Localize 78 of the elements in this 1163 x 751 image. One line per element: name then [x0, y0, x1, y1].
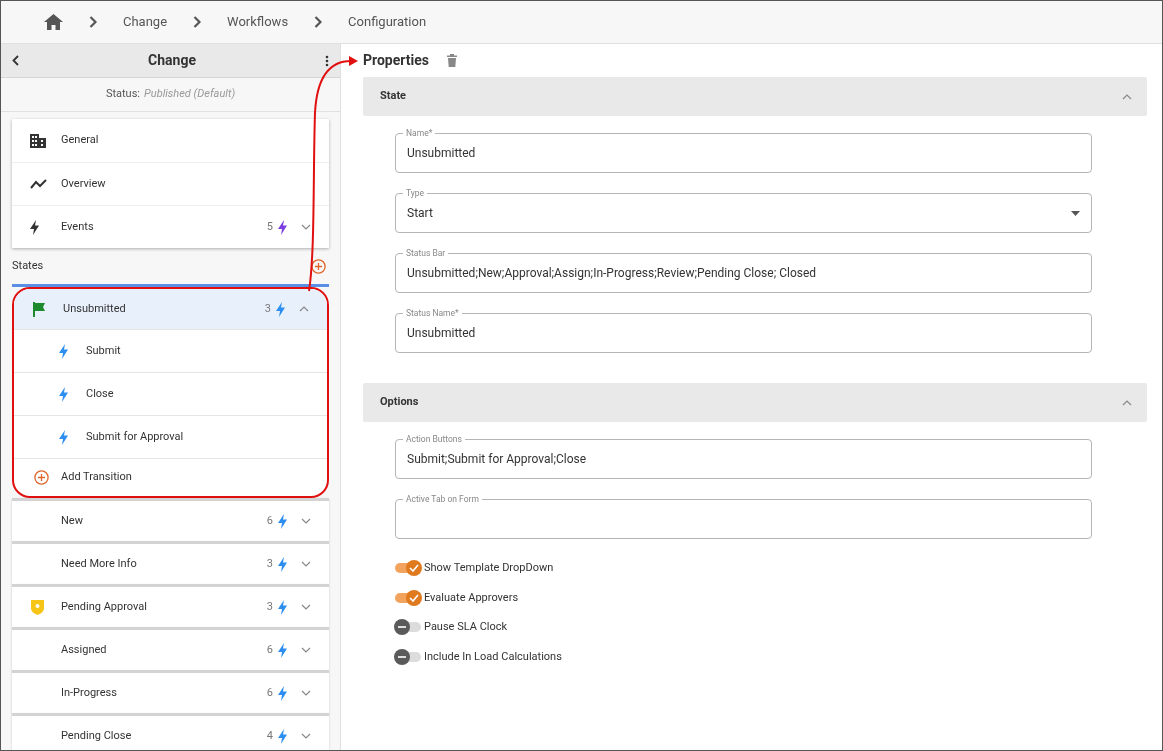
- state-row[interactable]: In-Progress 6: [12, 673, 329, 713]
- chevron-down-icon[interactable]: [301, 690, 311, 696]
- state-row[interactable]: Pending Approval 3: [12, 587, 329, 627]
- transition-item[interactable]: Submit: [14, 329, 327, 372]
- field-label: Action Buttons: [403, 433, 465, 445]
- toggle-switch[interactable]: [395, 592, 421, 603]
- lightning-icon: [278, 219, 287, 235]
- breadcrumb-link[interactable]: Change: [123, 12, 168, 32]
- add-circle-icon[interactable]: [34, 470, 49, 485]
- chevron-down-icon[interactable]: [301, 604, 311, 610]
- lightning-icon: [278, 685, 287, 701]
- toggle-label: Pause SLA Clock: [424, 619, 508, 635]
- states-heading: States: [12, 257, 44, 274]
- add-transition-item[interactable]: Add Transition: [14, 458, 327, 496]
- lightning-icon: [276, 301, 285, 317]
- breadcrumb-link[interactable]: Workflows: [227, 12, 289, 32]
- state-row[interactable]: New 6: [12, 501, 329, 541]
- state-row[interactable]: Need More Info 3: [12, 544, 329, 584]
- lightning-icon: [278, 556, 287, 572]
- minus-icon: [398, 626, 406, 629]
- chevron-right-icon: [89, 16, 97, 28]
- flag-icon: [32, 301, 46, 317]
- nav-item[interactable]: Events 5: [12, 205, 329, 248]
- chevron-up-icon[interactable]: [1122, 399, 1132, 406]
- field-label: Type: [403, 187, 428, 199]
- state-row[interactable]: Pending Close 4: [12, 716, 329, 750]
- sidebar-title: Change: [148, 51, 196, 70]
- lightning-icon: [278, 599, 287, 615]
- trash-icon[interactable]: [446, 54, 457, 67]
- toggle-switch[interactable]: [395, 622, 421, 633]
- nav-item[interactable]: General: [12, 119, 329, 162]
- toggle-switch[interactable]: [395, 563, 421, 574]
- chevron-down-icon[interactable]: [301, 561, 311, 567]
- lightning-icon: [59, 343, 68, 359]
- lightning-icon: [278, 728, 287, 744]
- minus-icon: [398, 655, 406, 658]
- lightning-icon: [30, 219, 39, 235]
- section-header[interactable]: Options: [363, 383, 1147, 422]
- chevron-right-icon: [314, 16, 323, 28]
- dropdown-caret-icon[interactable]: [1071, 210, 1080, 216]
- chevron-right-icon: [193, 16, 202, 28]
- transition-item[interactable]: Submit for Approval: [14, 415, 327, 458]
- field-label: Status Bar: [403, 247, 449, 259]
- nav-item[interactable]: Overview: [12, 162, 329, 205]
- more-options-icon[interactable]: [325, 54, 329, 67]
- back-chevron-icon[interactable]: [12, 55, 19, 66]
- lightning-icon: [59, 386, 68, 402]
- status-value: Published (Default): [144, 86, 236, 103]
- trend-line-icon: [30, 179, 47, 189]
- lightning-icon: [59, 429, 68, 445]
- building-icon: [30, 133, 46, 148]
- chevron-up-icon[interactable]: [1122, 93, 1132, 100]
- field-label: Name*: [403, 127, 436, 139]
- state-row[interactable]: Assigned 6: [12, 630, 329, 670]
- transition-item[interactable]: Close: [14, 372, 327, 415]
- toggle-switch[interactable]: [395, 651, 421, 662]
- add-circle-icon[interactable]: [311, 258, 326, 274]
- breadcrumb-link[interactable]: Configuration: [348, 12, 427, 32]
- status-label: Status:: [105, 86, 141, 103]
- properties-title: Properties: [363, 51, 429, 70]
- check-icon: [409, 564, 419, 573]
- field-label: Status Name*: [403, 307, 462, 319]
- shield-icon: [30, 599, 45, 615]
- chevron-down-icon[interactable]: [301, 733, 311, 739]
- toggle-label: Show Template DropDown: [424, 560, 554, 576]
- check-icon: [409, 593, 419, 602]
- field-label: Active Tab on Form: [403, 493, 482, 505]
- lightning-icon: [278, 642, 287, 658]
- lightning-icon: [278, 513, 287, 529]
- chevron-down-icon[interactable]: [301, 224, 311, 230]
- state-row[interactable]: Unsubmitted 3: [14, 289, 327, 329]
- section-header[interactable]: State: [363, 77, 1147, 116]
- home-icon[interactable]: [44, 14, 63, 30]
- chevron-down-icon[interactable]: [301, 647, 311, 653]
- chevron-down-icon[interactable]: [301, 518, 311, 524]
- toggle-label: Include In Load Calculations: [424, 648, 562, 665]
- toggle-label: Evaluate Approvers: [424, 589, 519, 606]
- chevron-up-icon[interactable]: [299, 306, 309, 312]
